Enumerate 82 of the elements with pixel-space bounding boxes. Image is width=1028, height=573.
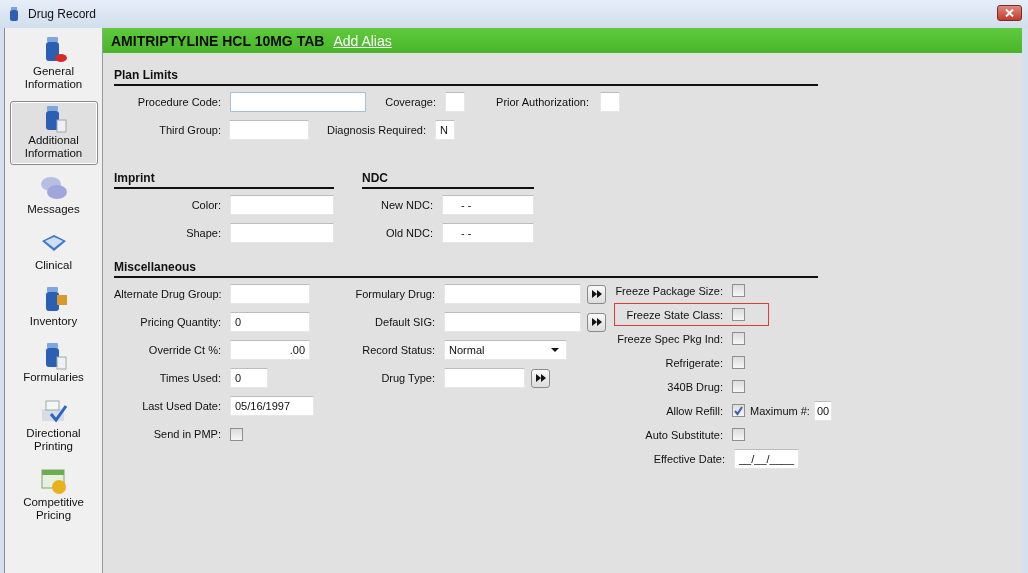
field-label: Default SIG: xyxy=(374,316,435,328)
field-label: Shape: xyxy=(185,227,221,239)
sidebar-item[interactable]: Additional Information xyxy=(9,101,98,165)
dropdown[interactable]: Normal xyxy=(444,340,567,360)
input-field[interactable] xyxy=(445,92,465,112)
sidebar-item[interactable]: Formularies xyxy=(9,338,98,389)
close-button[interactable] xyxy=(997,5,1022,21)
window-title: Drug Record xyxy=(28,7,97,21)
input-field[interactable] xyxy=(444,312,581,332)
input-field[interactable] xyxy=(600,92,620,112)
checkbox[interactable] xyxy=(732,308,745,321)
input-field[interactable] xyxy=(230,195,334,215)
section-heading: Imprint xyxy=(114,170,334,189)
lookup-button[interactable] xyxy=(531,368,550,388)
field-label: Coverage: xyxy=(384,96,436,108)
sidebar-item[interactable]: Inventory xyxy=(9,282,98,333)
checkbox[interactable] xyxy=(732,380,745,393)
sidebar-item[interactable]: Messages xyxy=(9,170,98,221)
double-arrow-icon xyxy=(591,290,602,298)
field-label: Color: xyxy=(190,199,221,211)
input-field[interactable]: N xyxy=(435,120,455,140)
lookup-button[interactable] xyxy=(587,284,606,304)
field-label: Prior Authorization: xyxy=(495,96,589,108)
drug-name: AMITRIPTYLINE HCL 10MG TAB xyxy=(111,32,325,49)
input-field[interactable] xyxy=(230,284,310,304)
date-field[interactable]: __/__/____ xyxy=(734,449,800,469)
input-field[interactable] xyxy=(230,223,334,243)
input-field[interactable] xyxy=(229,120,309,140)
section-heading: Miscellaneous xyxy=(114,259,818,278)
field-label: Auto Substitute: xyxy=(644,428,723,441)
checkbox[interactable] xyxy=(732,284,745,297)
field-label: Old NDC: xyxy=(384,227,433,239)
sidebar-item[interactable]: Competitive Pricing xyxy=(9,463,98,527)
field-label: Maximum #: xyxy=(750,404,810,417)
field-label: Send in PMP: xyxy=(152,428,221,440)
field-label: Last Used Date: xyxy=(141,400,221,412)
field-label: Times Used: xyxy=(158,372,221,384)
input-field[interactable]: 00 xyxy=(813,400,833,421)
lookup-button[interactable] xyxy=(587,312,606,332)
double-arrow-icon xyxy=(591,318,602,326)
field-label: Alternate Drug Group: xyxy=(114,288,221,300)
field-label: Drug Type: xyxy=(380,372,435,384)
check-icon xyxy=(733,405,744,416)
field-label: New NDC: xyxy=(380,199,433,211)
field-label: 340B Drug: xyxy=(666,380,723,393)
input-field[interactable]: - - xyxy=(442,195,534,215)
field-label: Refrigerate: xyxy=(664,356,723,369)
checkbox[interactable] xyxy=(732,356,745,369)
input-field[interactable] xyxy=(444,284,581,304)
field-label: Freeze Spec Pkg Ind: xyxy=(616,332,723,345)
input-field[interactable]: 05/16/1997 xyxy=(230,396,314,416)
field-label: Freeze Package Size: xyxy=(615,284,723,297)
checkbox[interactable] xyxy=(732,428,745,441)
sidebar-item[interactable]: General Information xyxy=(9,32,98,96)
field-label: Diagnosis Required: xyxy=(325,124,426,136)
checkbox[interactable] xyxy=(732,404,745,417)
field-label: Record Status: xyxy=(361,344,435,356)
input-field[interactable]: - - xyxy=(442,223,534,243)
field-label: Allow Refill: xyxy=(665,404,723,417)
bottle-icon xyxy=(9,6,19,22)
field-label: Pricing Quantity: xyxy=(139,316,221,328)
input-field[interactable]: .00 xyxy=(230,340,310,360)
field-label: Freeze State Class: xyxy=(625,308,723,321)
double-arrow-icon xyxy=(535,374,546,382)
section-heading: Plan Limits xyxy=(114,67,818,86)
field-label: Override Ct %: xyxy=(147,344,221,356)
close-icon xyxy=(1005,9,1014,17)
input-field[interactable]: 0 xyxy=(230,312,310,332)
field-label: Procedure Code: xyxy=(136,96,221,108)
sidebar-item[interactable]: Directional Printing xyxy=(9,394,98,458)
input-field[interactable]: 0 xyxy=(230,368,268,388)
section-heading: NDC xyxy=(362,170,534,189)
price-sheet-icon xyxy=(38,466,69,496)
input-field[interactable] xyxy=(444,368,525,388)
caret-icon xyxy=(551,348,559,352)
checkbox[interactable] xyxy=(230,427,243,441)
sidebar-item[interactable]: Clinical xyxy=(9,226,98,277)
field-label: Third Group: xyxy=(158,124,221,136)
field-label: Effective Date: xyxy=(652,453,725,465)
input-field[interactable] xyxy=(230,92,366,112)
field-label: Formulary Drug: xyxy=(354,288,435,300)
checkbox[interactable] xyxy=(732,332,745,345)
